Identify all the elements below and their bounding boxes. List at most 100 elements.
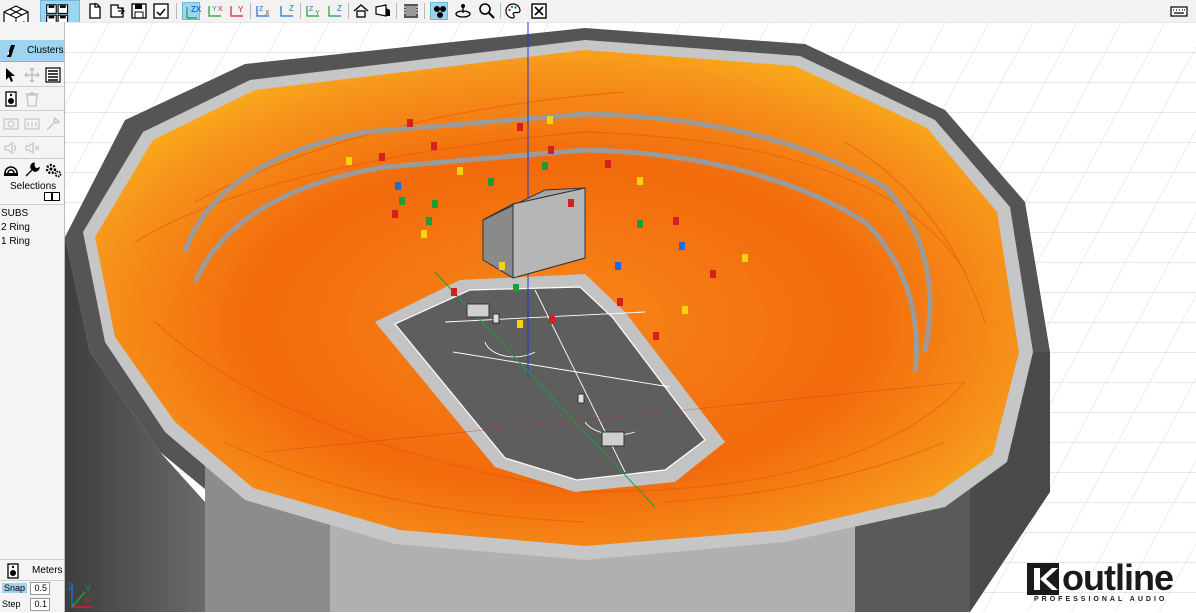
view-yx-plane-icon[interactable]: YX [206, 2, 224, 20]
venue-home-icon[interactable] [352, 2, 370, 20]
audio-row [0, 137, 64, 159]
svg-text:Z: Z [68, 582, 74, 592]
step-row: Step [0, 597, 64, 613]
speaker-marker[interactable] [549, 316, 555, 324]
speaker-marker[interactable] [682, 306, 688, 314]
speaker-marker[interactable] [637, 177, 643, 185]
speaker-marker[interactable] [742, 254, 748, 262]
snap-toggle[interactable]: Snap [2, 583, 28, 593]
speaker-marker[interactable] [653, 332, 659, 340]
move-arrows-icon[interactable] [23, 66, 41, 84]
arena-scene[interactable]: Z Y X [65, 22, 1196, 612]
open-file-icon[interactable] [108, 2, 126, 20]
svg-text:Z: Z [309, 6, 314, 13]
speaker-marker[interactable] [568, 199, 574, 207]
new-file-icon[interactable] [86, 2, 104, 20]
view-zx-plane-icon[interactable]: ZX [182, 2, 201, 20]
view-y-icon[interactable]: Z [326, 2, 344, 20]
speaker-marker[interactable] [488, 178, 494, 186]
speaker-marker[interactable] [673, 217, 679, 225]
close-view-icon[interactable] [530, 2, 548, 20]
volume-disabled-icon[interactable] [2, 139, 20, 157]
speaker-marker[interactable] [399, 197, 405, 205]
save-as-icon[interactable] [152, 2, 170, 20]
speaker-marker[interactable] [432, 200, 438, 208]
svg-text:Z: Z [337, 4, 342, 13]
speaker-icon[interactable] [2, 90, 20, 108]
tools-disabled-icon[interactable] [44, 115, 62, 133]
snap-row: Snap [0, 581, 64, 597]
film-render-icon[interactable] [402, 2, 420, 20]
cluster-list-item[interactable]: SUBS [1, 208, 28, 219]
zoom-search-icon[interactable] [478, 2, 496, 20]
gears-icon[interactable] [44, 161, 62, 179]
selections-label[interactable]: Selections [10, 181, 56, 192]
main-toolbar: ZX YX Y ZX Z ZY Z [0, 0, 1196, 23]
step-value-input[interactable] [30, 598, 50, 611]
speaker-marker[interactable] [679, 242, 685, 250]
svg-text:Z: Z [259, 6, 264, 13]
venue-objects-icon[interactable] [374, 2, 392, 20]
speaker-marker[interactable] [395, 182, 401, 190]
speaker-marker[interactable] [517, 123, 523, 131]
speaker-marker[interactable] [710, 270, 716, 278]
svg-text:Y: Y [212, 6, 217, 13]
view-plane-label: ZX [191, 5, 201, 14]
view-x-icon[interactable]: Y [228, 2, 246, 20]
basketball-hoop [492, 313, 500, 324]
selections-toggle-icon[interactable] [44, 192, 60, 205]
step-label: Step [2, 599, 21, 609]
speaker-marker[interactable] [421, 230, 427, 238]
outline-logo: outline PROFESSIONAL AUDIO [1026, 558, 1186, 606]
speaker-marker[interactable] [517, 320, 523, 328]
array-disabled-icon[interactable] [23, 115, 41, 133]
speaker-marker[interactable] [615, 262, 621, 270]
list-view-icon[interactable] [44, 66, 62, 84]
speaker-marker[interactable] [431, 142, 437, 150]
speaker-marker[interactable] [542, 162, 548, 170]
color-palette-icon[interactable] [504, 2, 522, 20]
speaker-marker[interactable] [379, 153, 385, 161]
speaker-marker[interactable] [426, 217, 432, 225]
view-z-icon[interactable]: Z [278, 2, 296, 20]
cluster-tools-row [0, 63, 64, 87]
cluster-list-item[interactable]: 1 Ring [1, 236, 30, 247]
cluster-list-item[interactable]: 2 Ring [1, 222, 30, 233]
cluster-edit-icon [2, 42, 20, 60]
snap-value-input[interactable] [30, 582, 50, 595]
speaker-marker[interactable] [499, 262, 505, 270]
delete-trash-icon[interactable] [23, 90, 41, 108]
speaker-marker[interactable] [407, 119, 413, 127]
speaker-marker[interactable] [392, 210, 398, 218]
3d-viewport[interactable]: Z Y X [65, 22, 1196, 612]
speaker-marker[interactable] [547, 116, 553, 124]
view-zy-icon[interactable]: ZY [304, 2, 322, 20]
speaker-marker[interactable] [346, 157, 352, 165]
speaker-cluster-icon[interactable] [430, 2, 448, 20]
speaker-marker[interactable] [513, 284, 519, 292]
broadcast-icon[interactable] [2, 161, 20, 179]
keyboard-icon[interactable] [1170, 2, 1188, 20]
speaker-marker[interactable] [617, 298, 623, 306]
logo-tagline: PROFESSIONAL AUDIO [1034, 596, 1168, 603]
edit-tools-row [0, 111, 64, 137]
device-row [0, 87, 64, 111]
wrench-icon[interactable] [23, 161, 41, 179]
svg-text:Y: Y [238, 5, 244, 14]
copy-disabled-icon[interactable] [2, 115, 20, 133]
speaker-marker[interactable] [637, 220, 643, 228]
speaker-marker[interactable] [548, 146, 554, 154]
save-icon[interactable] [130, 2, 148, 20]
meters-icon[interactable] [4, 562, 22, 580]
turntable-icon[interactable] [454, 2, 472, 20]
meters-label[interactable]: Meters [32, 565, 63, 576]
svg-text:Y: Y [315, 10, 320, 17]
speaker-marker[interactable] [457, 167, 463, 175]
view-zx-icon[interactable]: ZX [254, 2, 272, 20]
logo-wordmark: outline [1062, 557, 1174, 598]
speaker-marker[interactable] [451, 288, 457, 296]
clusters-tab[interactable]: Clusters [0, 40, 64, 62]
audio-settings-disabled-icon[interactable] [23, 139, 41, 157]
speaker-marker[interactable] [605, 160, 611, 168]
pointer-select-icon[interactable] [2, 66, 20, 84]
